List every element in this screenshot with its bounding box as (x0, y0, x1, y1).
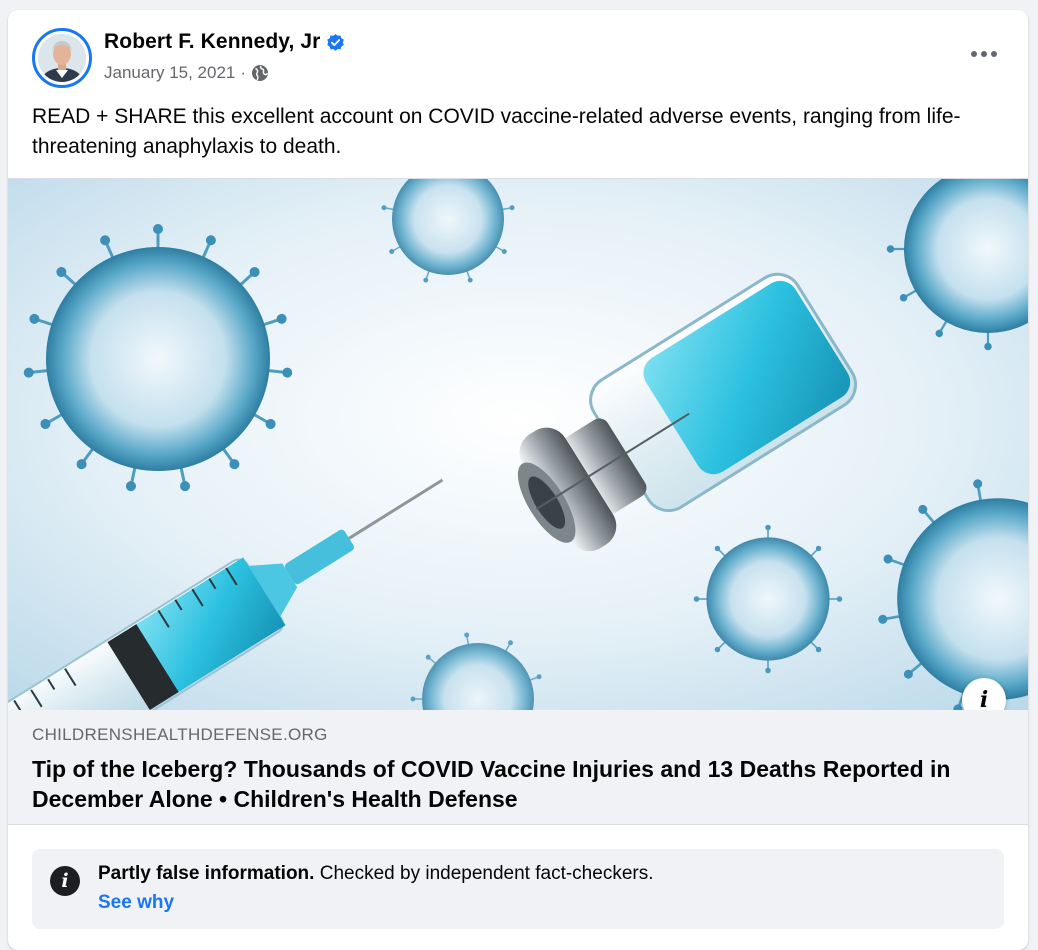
fact-check-detail: Checked by independent fact-checkers. (319, 863, 654, 884)
more-options-icon[interactable] (966, 42, 1002, 66)
post-date[interactable]: January 15, 2021 (104, 63, 235, 83)
post-card: Robert F. Kennedy, Jr January 15, 2021 · (8, 10, 1028, 950)
link-preview[interactable]: CHILDRENSHEALTHDEFENSE.ORG Tip of the Ic… (8, 710, 1028, 825)
avatar-photo (38, 34, 86, 82)
fact-check-label: Partly false information. (98, 863, 315, 884)
see-why-link[interactable]: See why (98, 892, 174, 914)
avatar[interactable] (32, 28, 92, 88)
post-meta: January 15, 2021 · (104, 63, 269, 83)
author-name-text[interactable]: Robert F. Kennedy, Jr (104, 30, 320, 54)
fact-check-notice: i Partly false information. Checked by i… (32, 849, 1004, 929)
fact-check-text: Partly false information. Checked by ind… (98, 863, 654, 885)
meta-separator: · (240, 63, 247, 82)
author-name[interactable]: Robert F. Kennedy, Jr (104, 30, 345, 54)
dot (991, 51, 997, 57)
link-domain: CHILDRENSHEALTHDEFENSE.ORG (32, 725, 328, 744)
dot (981, 51, 987, 57)
post-header: Robert F. Kennedy, Jr January 15, 2021 · (8, 10, 1028, 98)
verified-badge-icon (326, 33, 345, 52)
vaccine-vial-illustration (8, 179, 1028, 710)
globe-icon[interactable] (251, 64, 269, 82)
link-title[interactable]: Tip of the Iceberg? Thousands of COVID V… (32, 754, 982, 814)
link-preview-image[interactable]: i (8, 178, 1028, 710)
info-circle-icon: i (50, 866, 80, 896)
dot (971, 51, 977, 57)
post-text: READ + SHARE this excellent account on C… (32, 105, 961, 158)
